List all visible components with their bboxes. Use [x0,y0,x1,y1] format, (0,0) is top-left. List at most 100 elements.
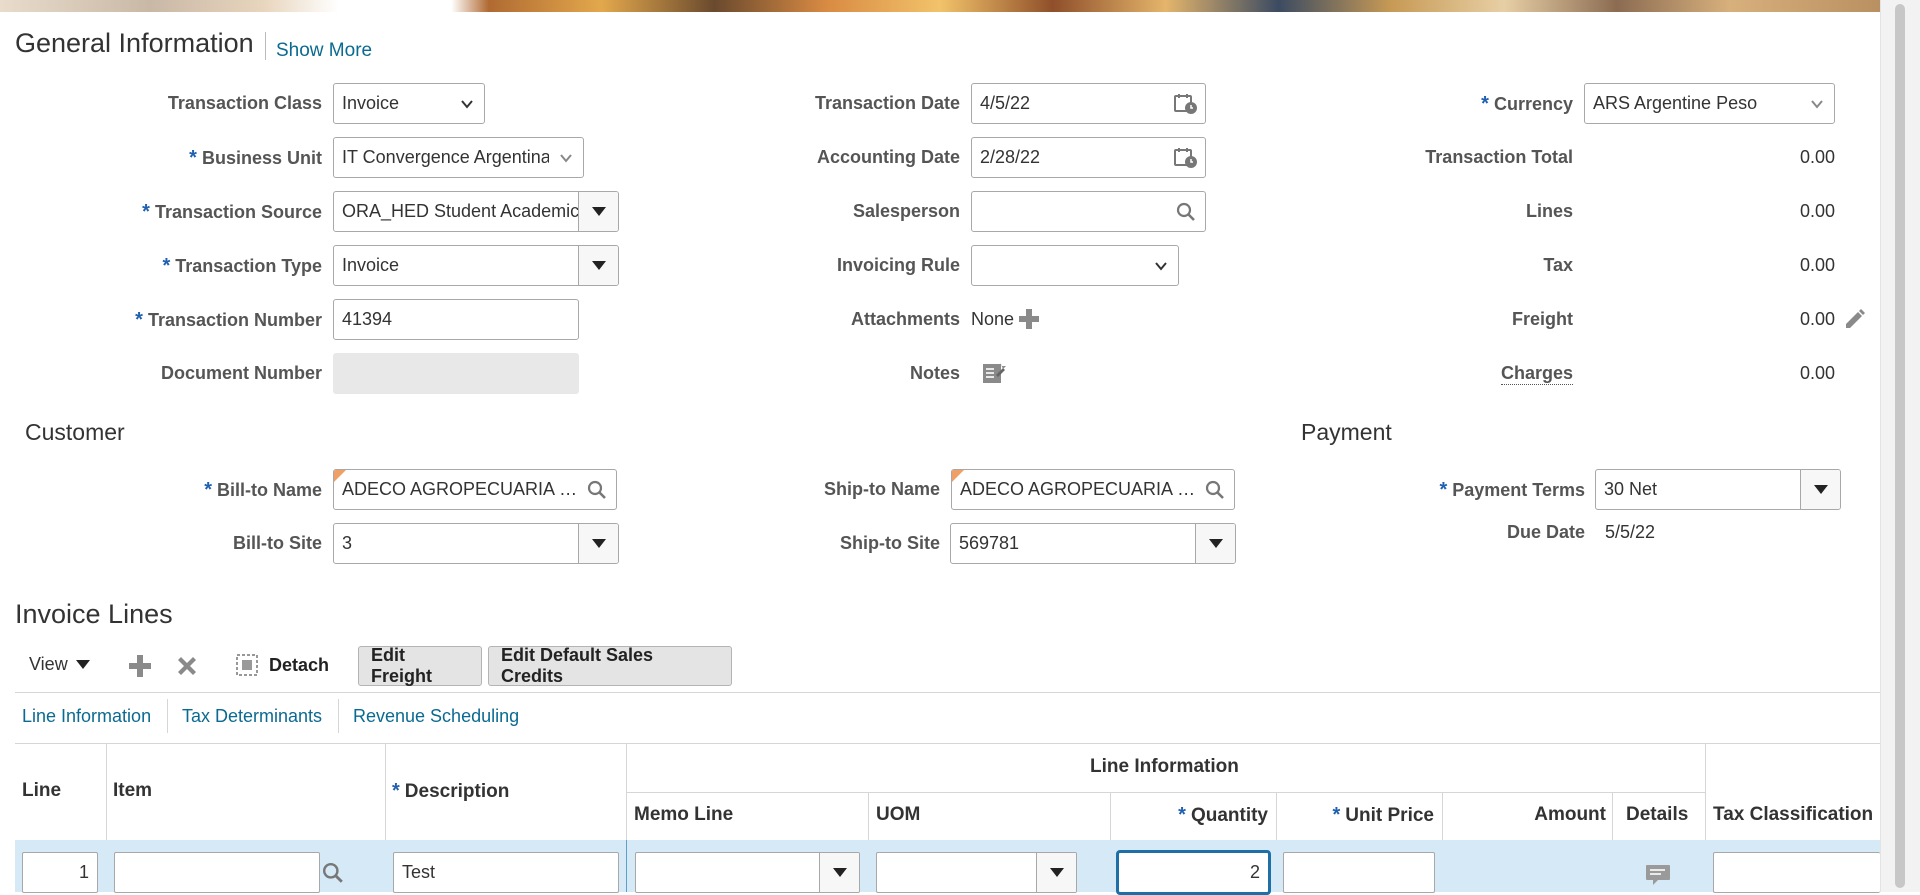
description-input[interactable]: Test [393,852,619,893]
add-attachment-icon[interactable] [1018,308,1040,335]
column-header-item[interactable]: Item [113,780,152,802]
ship-to-name-label: Ship-to Name [823,479,940,499]
currency-label-text: Currency [1493,94,1573,114]
delete-row-icon[interactable] [175,654,199,683]
line-number-input[interactable]: 1 [22,852,98,893]
column-header-description[interactable]: * Description [392,780,509,803]
transaction-date-input[interactable]: 4/5/22 [971,83,1206,124]
column-header-memo-line[interactable]: Memo Line [634,804,733,826]
column-divider [106,744,107,841]
edit-freight-pencil-icon[interactable] [1843,307,1867,336]
business-unit-label-text: Business Unit [201,148,322,168]
payment-terms-combobox[interactable]: 30 Net [1595,469,1841,510]
required-indicator: * [189,147,197,169]
transaction-number-input[interactable]: 41394 [333,299,579,340]
transaction-class-value: Invoice [342,93,400,113]
accounting-date-input[interactable]: 2/28/22 [971,137,1206,178]
section-title-invoice-lines: Invoice Lines [15,599,173,629]
dropdown-button[interactable] [578,524,618,563]
required-indicator: * [392,780,400,802]
view-menu[interactable]: View [29,654,90,675]
show-more-link[interactable]: Show More [276,40,372,62]
transaction-date-value: 4/5/22 [980,93,1031,113]
tab-revenue-scheduling[interactable]: Revenue Scheduling [353,706,519,727]
column-header-details[interactable]: Details [1626,804,1688,826]
tax-classification-input[interactable] [1713,852,1880,893]
transaction-number-label-text: Transaction Number [147,310,322,330]
payment-terms-label-text: Payment Terms [1452,480,1585,500]
business-unit-select[interactable]: IT Convergence Argentina [333,137,584,178]
column-header-line[interactable]: Line [22,780,61,802]
bill-to-name-input[interactable]: ADECO AGROPECUARIA S.A. [333,469,617,510]
currency-label: * Currency [1481,93,1573,116]
document-number-label: Document Number [160,363,322,383]
required-indicator: * [204,479,212,501]
tab-tax-determinants[interactable]: Tax Determinants [182,706,322,727]
scrollbar-thumb[interactable] [1895,4,1905,888]
search-icon[interactable] [1167,202,1205,222]
edit-freight-button[interactable]: Edit Freight [358,645,482,686]
required-indicator: * [162,255,171,277]
column-header-unit-price[interactable]: * Unit Price [1333,804,1435,827]
tab-line-information[interactable]: Line Information [22,706,151,727]
transaction-class-select[interactable]: Invoice [333,83,485,124]
detach-button[interactable]: Detach [235,653,329,677]
bill-to-name-label-text: Bill-to Name [216,480,322,500]
invoicing-rule-select[interactable] [971,245,1179,286]
transaction-source-combobox[interactable]: ORA_HED Student Academic [333,191,619,232]
notes-icon[interactable] [982,361,1006,390]
dropdown-button[interactable] [1036,853,1076,892]
details-icon[interactable] [1645,864,1671,891]
calendar-icon[interactable] [1167,93,1205,115]
section-title-customer: Customer [25,419,125,445]
item-search-icon[interactable] [322,862,344,889]
column-header-amount[interactable]: Amount [1534,804,1606,826]
lines-label: Lines [1525,201,1573,221]
ship-to-site-combobox[interactable]: 569781 [950,523,1236,564]
column-header-quantity[interactable]: * Quantity [1178,804,1268,827]
column-header-tax-classification[interactable]: Tax Classification [1713,804,1873,826]
triangle-down-icon [832,868,847,877]
unit-price-input[interactable] [1283,852,1435,893]
detach-icon [236,654,258,676]
accounting-date-value: 2/28/22 [980,147,1041,167]
column-divider [385,744,386,841]
dropdown-button[interactable] [1195,524,1235,563]
bill-to-site-combobox[interactable]: 3 [333,523,619,564]
section-title-payment: Payment [1301,419,1392,445]
edit-default-sales-credits-button[interactable]: Edit Default Sales Credits [488,645,732,686]
column-header-uom[interactable]: UOM [876,804,920,826]
charges-link[interactable]: Charges [1500,363,1573,385]
triangle-down-icon [1813,485,1828,494]
currency-select[interactable]: ARS Argentine Peso [1584,83,1835,124]
triangle-down-icon [75,660,90,669]
calendar-icon[interactable] [1167,147,1205,169]
dropdown-button[interactable] [578,192,618,231]
quantity-input[interactable]: 2 [1116,850,1271,895]
dropdown-button[interactable] [819,853,859,892]
vertical-scrollbar[interactable] [1880,0,1920,892]
search-icon[interactable] [1196,480,1234,500]
uom-combobox[interactable] [876,852,1077,893]
add-row-icon[interactable] [128,654,152,683]
search-icon[interactable] [578,480,616,500]
salesperson-input[interactable] [971,191,1206,232]
ship-to-name-input[interactable]: ADECO AGROPECUARIA S.A. [951,469,1235,510]
column-divider [1276,792,1277,841]
item-input[interactable] [114,852,320,893]
column-divider [868,792,869,841]
column-divider [1442,792,1443,841]
group-header-line-information: Line Information [1090,756,1239,777]
due-date-label: Due Date [1506,522,1585,542]
document-number-input [333,353,579,394]
transaction-type-label: * Transaction Type [162,255,322,278]
dropdown-button[interactable] [1800,470,1840,509]
transaction-type-combobox[interactable]: Invoice [333,245,619,286]
attachments-value: None [971,309,1015,329]
transaction-type-label-text: Transaction Type [175,256,322,276]
table-row[interactable]: 1 Test 2 [15,840,1880,895]
dropdown-button[interactable] [578,246,618,285]
attachments-label: Attachments [850,309,960,329]
memo-line-combobox[interactable] [635,852,860,893]
column-divider [1705,744,1706,841]
